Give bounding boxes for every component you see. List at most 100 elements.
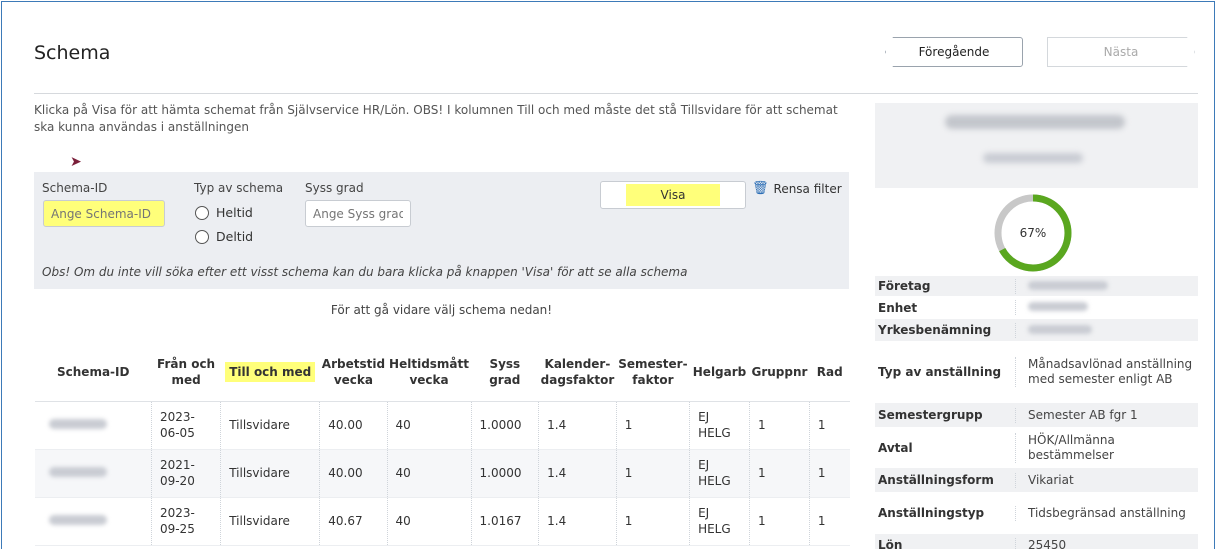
field-key: Anställningsform: [878, 473, 994, 487]
schema-id-input[interactable]: [43, 200, 165, 227]
redacted-value: [1028, 280, 1108, 290]
table-row[interactable]: 2023-09-25 Tillsvidare 40.67 40 1.0167 1…: [35, 497, 850, 546]
field-value: 25450: [1015, 537, 1198, 549]
kalender-cell: 1.4: [538, 449, 617, 498]
arbetstid-cell: 40.00: [319, 449, 388, 498]
schema-id-cell: [35, 497, 152, 546]
arbetstid-cell: 40.67: [319, 497, 388, 546]
arbetstid-cell: 40.00: [319, 401, 388, 450]
field-anstallningstyp: Anställningstyp Tidsbegränsad anställnin…: [875, 493, 1198, 533]
obs-note: Obs! Om du inte vill söka efter ett viss…: [42, 265, 688, 279]
redacted-value: [1028, 324, 1092, 334]
divider: [34, 93, 1198, 94]
field-value: Semester AB fgr 1: [1015, 407, 1198, 423]
helgarb-cell: EJ HELG: [689, 449, 750, 498]
redacted-value: [49, 515, 107, 525]
semester-cell: 1: [615, 401, 690, 450]
to-cell: Tillsvidare: [220, 497, 320, 546]
kalender-cell: 1.4: [538, 497, 617, 546]
to-cell: Tillsvidare: [220, 449, 320, 498]
clear-filter-button[interactable]: 🗑 Rensa filter: [752, 181, 842, 196]
col-schema-id: Schema-ID: [35, 343, 152, 402]
radio-deltid-label: Deltid: [216, 229, 254, 244]
redacted-value: [1028, 302, 1088, 311]
field-typ-av-anstallning: Typ av anställning Månadsavlönad anställ…: [875, 343, 1198, 401]
to-cell: Tillsvidare: [220, 401, 320, 450]
field-lon: Lön 25450: [875, 534, 1198, 549]
radio-circle-icon: [195, 205, 209, 220]
gruppnr-cell: 1: [748, 401, 810, 450]
table-row[interactable]: 2023-06-05 Tillsvidare 40.00 40 1.0000 1…: [35, 401, 850, 450]
col-semesterfaktor: Semester-faktor: [616, 343, 690, 402]
from-cell: 2021-09-20: [150, 449, 221, 498]
from-cell: 2023-06-05: [150, 401, 221, 450]
gruppnr-cell: 1: [748, 449, 810, 498]
table-header-row: Schema-ID Från och med Till och med Arbe…: [35, 343, 850, 402]
radio-heltid-label: Heltid: [216, 205, 253, 220]
field-value: HÖK/Allmänna bestämmelser: [1015, 433, 1198, 463]
col-fran-och-med: Från och med: [151, 343, 221, 402]
kalender-cell: 1.4: [538, 401, 617, 450]
from-cell: 2023-09-25: [150, 497, 221, 546]
redacted-name: [945, 115, 1125, 129]
field-value: Tidsbegränsad anställning: [1015, 505, 1198, 521]
col-syss-grad: Syss grad: [471, 343, 539, 402]
gruppnr-cell: 1: [748, 497, 810, 546]
field-foretag: Företag: [875, 276, 1198, 296]
rad-cell: 1: [808, 497, 850, 546]
previous-button[interactable]: Föregående: [885, 37, 1023, 67]
field-key: Yrkesbenämning: [878, 323, 992, 337]
field-semestergrupp: Semestergrupp Semester AB fgr 1: [875, 403, 1198, 427]
field-key: Anställningstyp: [878, 506, 985, 520]
schema-id-cell: [35, 449, 152, 498]
schema-id-cell: [35, 401, 152, 450]
field-value: [1015, 300, 1198, 315]
field-value: Vikariat: [1015, 472, 1198, 488]
col-gruppnr: Gruppnr: [749, 343, 810, 402]
syss-grad-input[interactable]: [305, 200, 411, 227]
field-anstallningsform: Anställningsform Vikariat: [875, 468, 1198, 492]
schema-type-label: Typ av schema: [194, 181, 284, 195]
field-key: Enhet: [878, 300, 918, 315]
heltid-cell: 40: [386, 449, 471, 498]
syss-cell: 1.0000: [470, 401, 539, 450]
schema-id-label: Schema-ID: [42, 181, 108, 195]
col-till-och-med: Till och med: [220, 343, 320, 402]
field-key: Lön: [878, 538, 903, 549]
radio-deltid[interactable]: Deltid: [195, 229, 253, 244]
next-button[interactable]: Nästa: [1047, 37, 1195, 67]
radio-heltid[interactable]: Heltid: [195, 205, 253, 220]
window-frame: Schema Föregående Nästa Klicka på Visa f…: [1, 1, 1215, 549]
page-title: Schema: [34, 42, 111, 64]
col-arbetstid: Arbetstid vecka: [319, 343, 388, 402]
col-till-och-med-label: Till och med: [225, 361, 316, 382]
progress-label: 67%: [1019, 226, 1047, 240]
radio-circle-icon: [195, 229, 209, 244]
rad-cell: 1: [808, 401, 850, 450]
field-avtal: Avtal HÖK/Allmänna bestämmelser: [875, 429, 1198, 467]
filter-panel: Schema-ID Typ av schema Heltid Deltid Sy…: [34, 172, 849, 289]
field-key: Företag: [878, 279, 931, 293]
clear-filter-label: Rensa filter: [773, 181, 842, 196]
employee-sidebar: 67% Företag Enhet Yrkesbenämning Typ av …: [875, 103, 1198, 549]
employee-profile: [875, 103, 1198, 188]
col-rad: Rad: [809, 343, 850, 402]
col-kalenderdagsfaktor: Kalender-dagsfaktor: [538, 343, 617, 402]
info-text: Klicka på Visa för att hämta schemat frå…: [34, 103, 838, 134]
syss-cell: 1.0167: [470, 497, 539, 546]
visa-button[interactable]: Visa: [600, 181, 746, 209]
redacted-value: [49, 419, 107, 429]
syss-cell: 1.0000: [470, 449, 539, 498]
table-row[interactable]: 2021-09-20 Tillsvidare 40.00 40 1.0000 1…: [35, 449, 850, 498]
col-helgarb: Helgarb: [689, 343, 750, 402]
heltid-cell: 40: [386, 497, 471, 546]
progress-donut: 67%: [993, 193, 1073, 273]
field-enhet: Enhet: [875, 296, 1198, 319]
field-value: [1015, 278, 1198, 294]
helgarb-cell: EJ HELG: [689, 497, 750, 546]
heltid-cell: 40: [386, 401, 471, 450]
semester-cell: 1: [615, 497, 690, 546]
semester-cell: 1: [615, 449, 690, 498]
field-yrkesbenamning: Yrkesbenämning: [875, 319, 1198, 341]
helgarb-cell: EJ HELG: [689, 401, 750, 450]
